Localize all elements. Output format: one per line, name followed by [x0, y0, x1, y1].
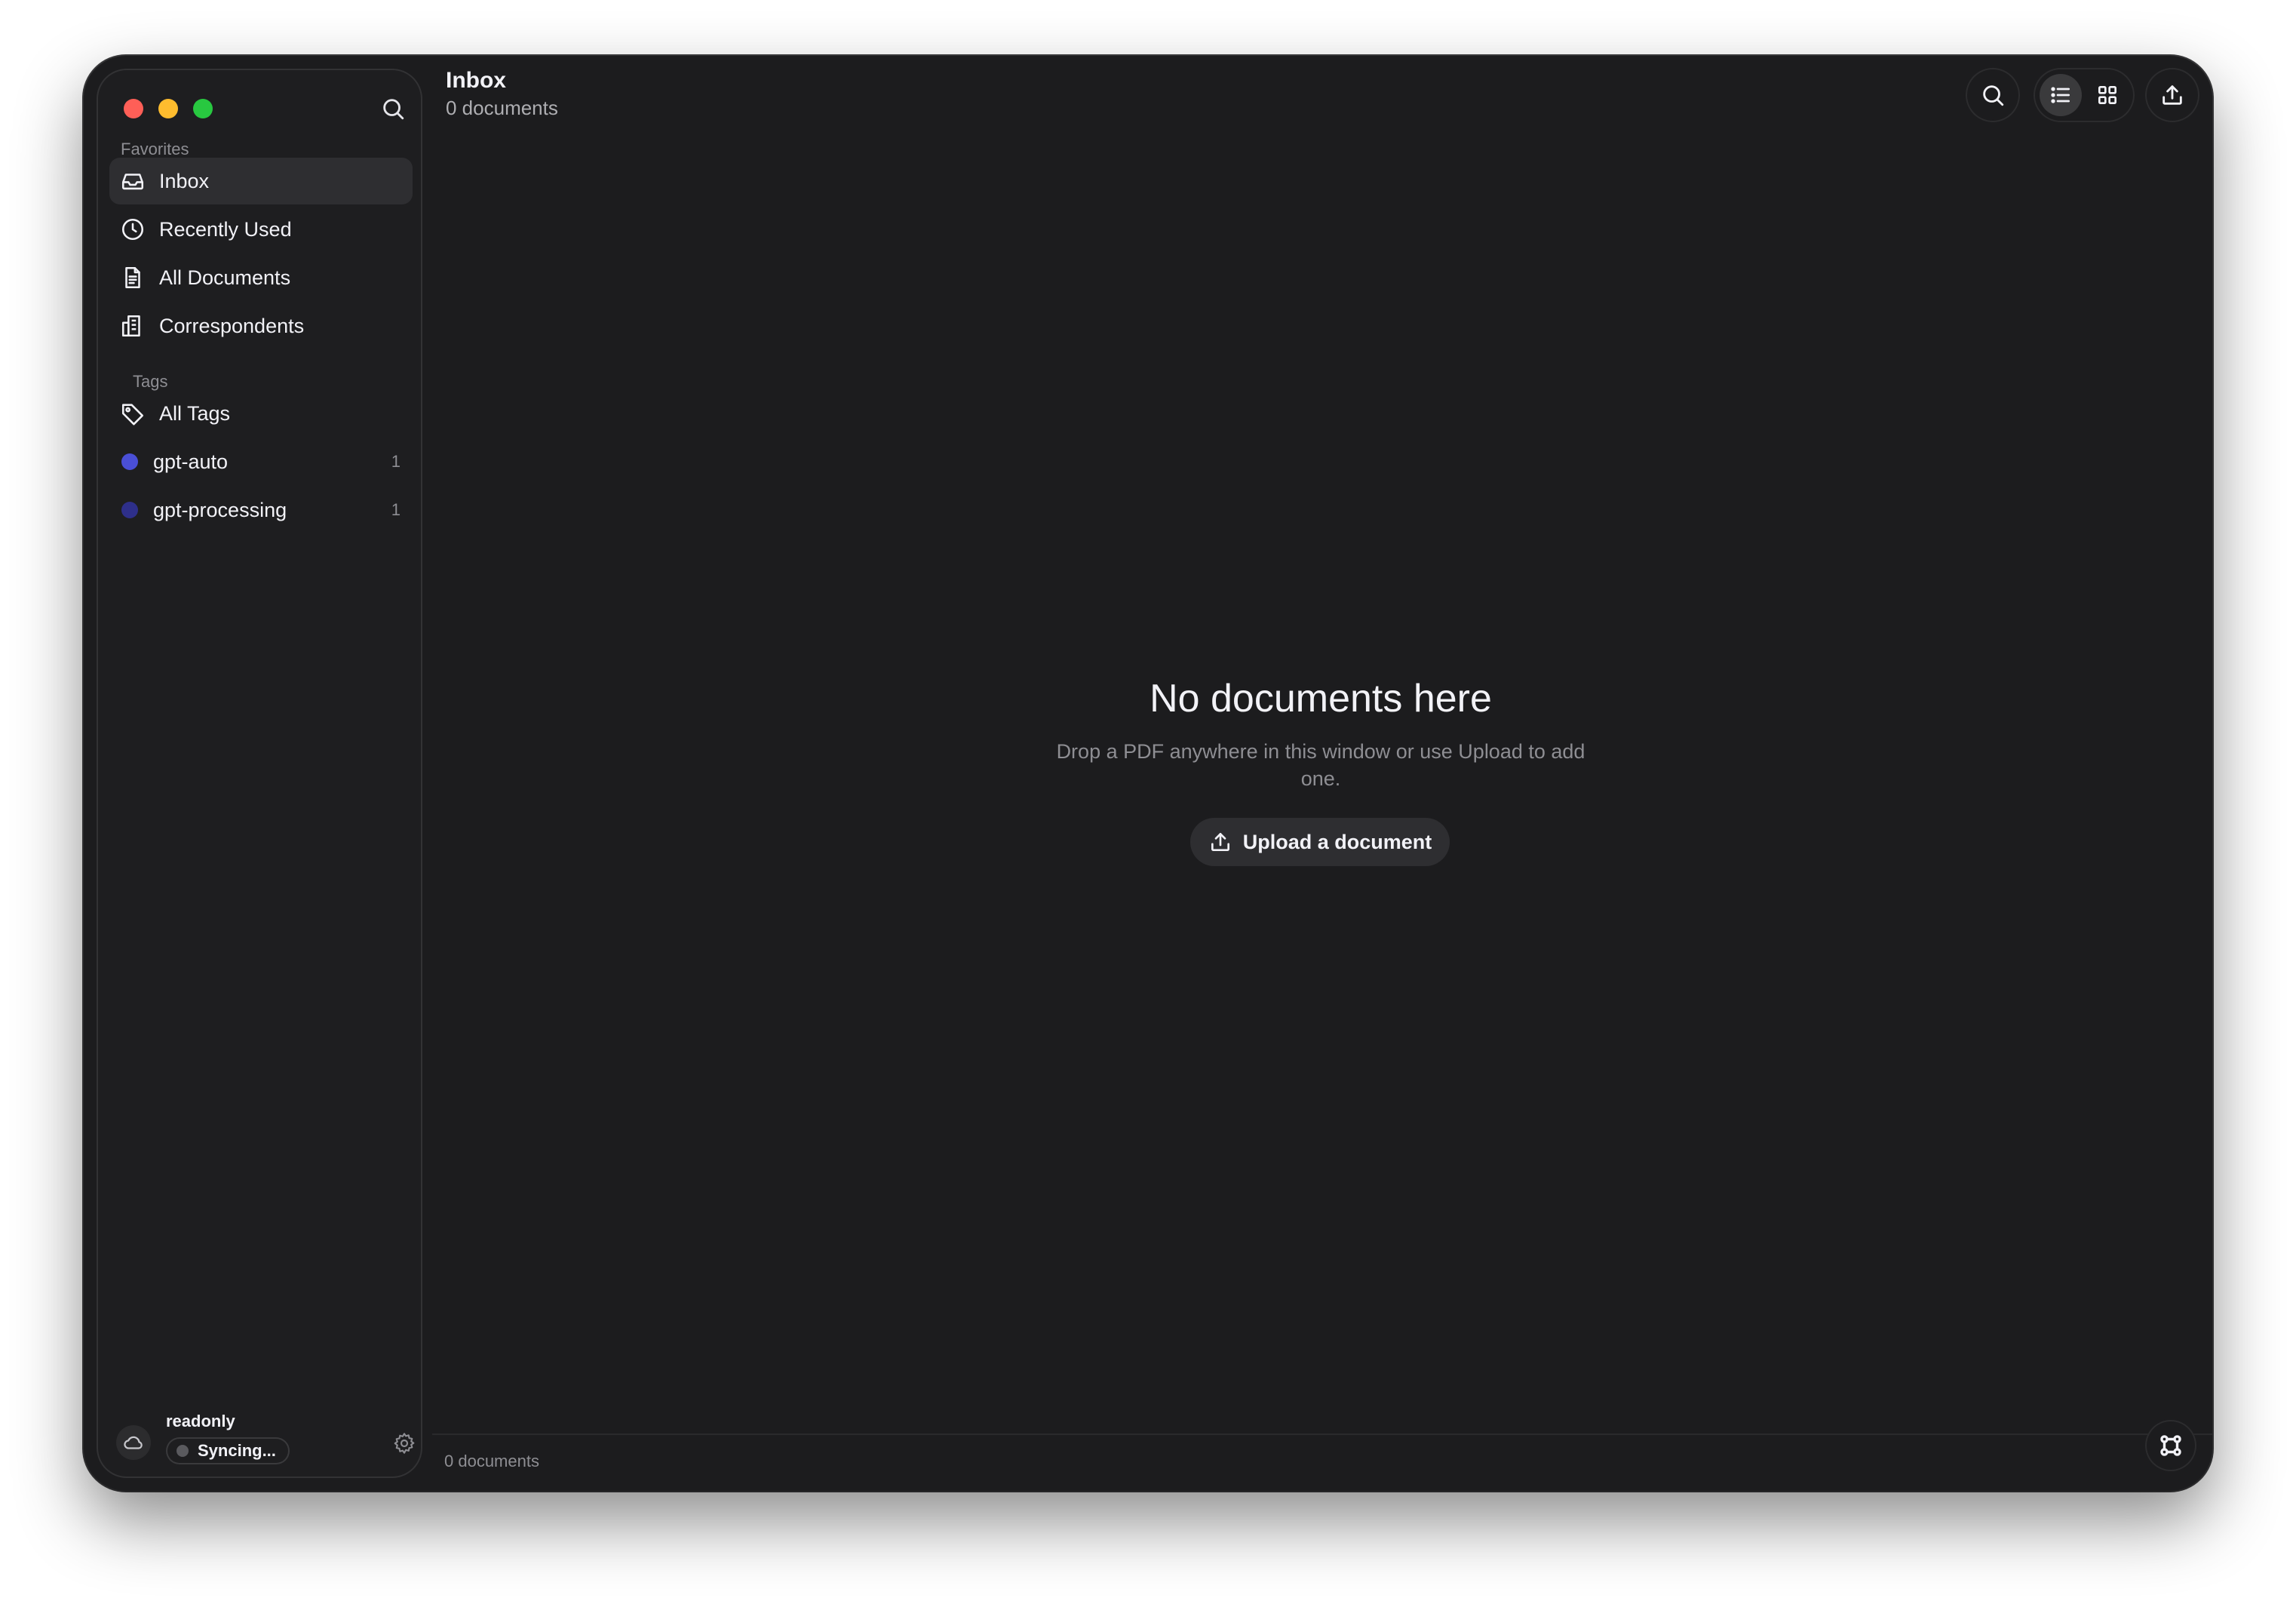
- minimize-window-button[interactable]: [158, 99, 178, 118]
- grid-view-button[interactable]: [2086, 74, 2129, 116]
- search-button[interactable]: [1966, 68, 2020, 122]
- sidebar-item-label: Correspondents: [159, 314, 305, 337]
- sync-status-badge: Syncing...: [166, 1437, 290, 1464]
- account-name: readonly: [166, 1412, 235, 1430]
- status-bar-count: 0 documents: [444, 1452, 539, 1470]
- upload-icon: [2159, 82, 2185, 108]
- inbox-icon: [120, 168, 146, 194]
- building-icon: [120, 313, 146, 339]
- close-window-button[interactable]: [124, 99, 143, 118]
- sidebar-item-label: All Documents: [159, 266, 291, 289]
- list-view-button[interactable]: [2040, 74, 2082, 116]
- empty-state-text: Drop a PDF anywhere in this window or us…: [1056, 740, 1585, 790]
- command-icon: [2158, 1433, 2184, 1458]
- search-icon: [1980, 82, 2006, 108]
- sync-status-dot: [176, 1445, 189, 1457]
- view-mode-toggle: [2034, 68, 2135, 122]
- page-title: Inbox: [446, 68, 506, 93]
- page-subtitle: 0 documents: [446, 97, 558, 119]
- sidebar-tag-gpt-auto[interactable]: gpt-auto 1: [109, 438, 413, 485]
- clock-icon: [120, 217, 146, 242]
- upload-toolbar-button[interactable]: [2145, 68, 2199, 122]
- app-window: Favorites Inbox Recently Used All Docume…: [84, 56, 2212, 1491]
- settings-gear-icon[interactable]: [392, 1431, 416, 1455]
- sidebar: Favorites Inbox Recently Used All Docume…: [97, 69, 422, 1478]
- tag-count: 1: [391, 500, 401, 519]
- sync-status-text: Syncing...: [198, 1441, 276, 1460]
- sidebar-item-correspondents[interactable]: Correspondents: [109, 303, 413, 349]
- tag-label: gpt-auto: [153, 450, 229, 473]
- upload-document-button[interactable]: Upload a document: [1190, 818, 1450, 866]
- zoom-window-button[interactable]: [193, 99, 213, 118]
- sidebar-item-all-tags[interactable]: All Tags: [109, 390, 413, 437]
- empty-state-title: No documents here: [1150, 677, 1492, 721]
- grid-icon: [2095, 83, 2120, 107]
- tag-count: 1: [391, 452, 401, 471]
- status-bar-divider: [432, 1434, 2212, 1435]
- tag-color-dot: [121, 502, 138, 518]
- cloud-account-icon[interactable]: [116, 1425, 151, 1460]
- sidebar-item-label: Recently Used: [159, 217, 292, 241]
- sidebar-item-label: All Tags: [159, 401, 231, 425]
- upload-button-label: Upload a document: [1242, 830, 1432, 853]
- tag-color-dot: [121, 453, 138, 470]
- command-button[interactable]: [2145, 1420, 2196, 1471]
- tag-label: gpt-processing: [153, 498, 287, 521]
- tags-section-label: Tags: [133, 372, 168, 391]
- sidebar-search-icon[interactable]: [380, 96, 406, 121]
- sidebar-item-label: Inbox: [159, 169, 210, 192]
- list-icon: [2049, 83, 2073, 107]
- sidebar-item-all-documents[interactable]: All Documents: [109, 254, 413, 301]
- sidebar-item-recently-used[interactable]: Recently Used: [109, 206, 413, 253]
- sidebar-tag-gpt-processing[interactable]: gpt-processing 1: [109, 487, 413, 533]
- document-icon: [120, 265, 146, 290]
- upload-icon: [1208, 830, 1232, 854]
- tag-icon: [120, 401, 146, 426]
- sidebar-item-inbox[interactable]: Inbox: [109, 158, 413, 204]
- favorites-section-label: Favorites: [121, 140, 189, 158]
